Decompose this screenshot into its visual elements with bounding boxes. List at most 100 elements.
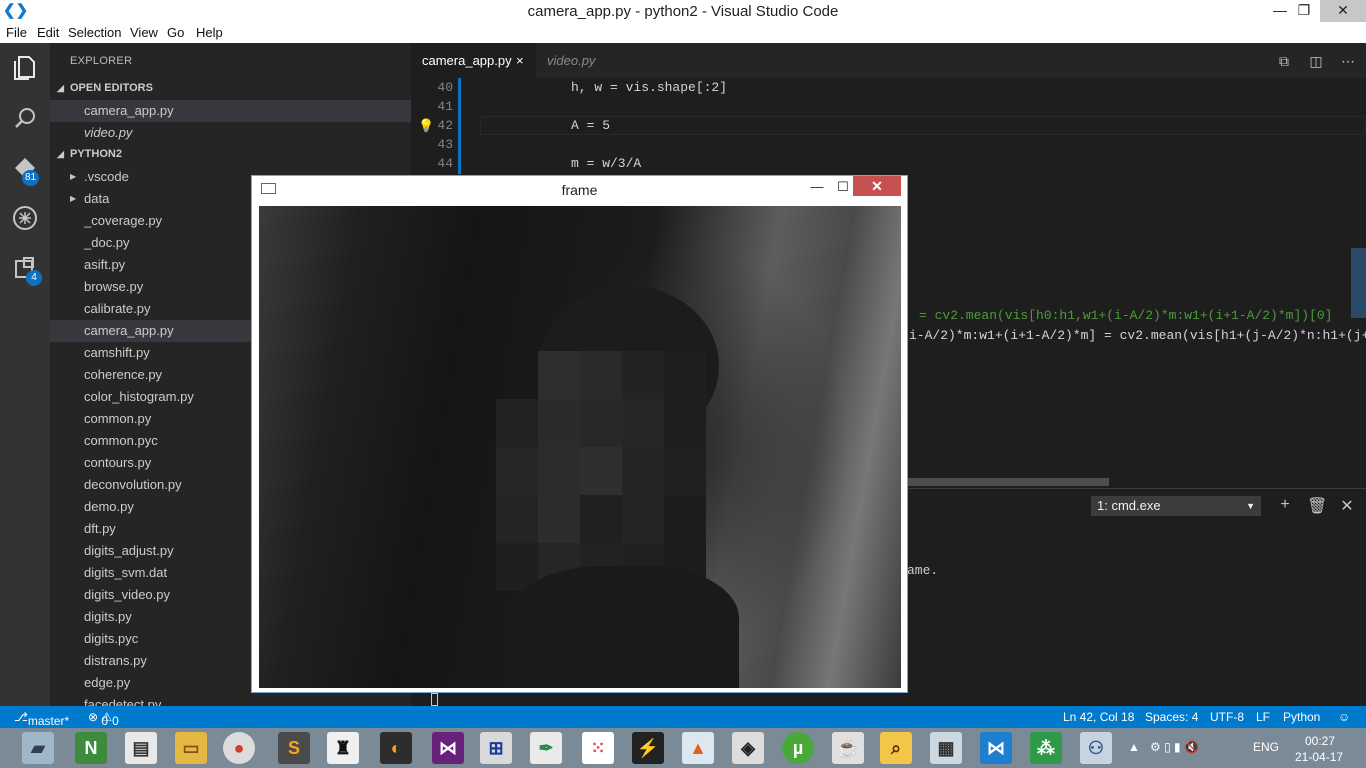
open-changes-icon[interactable]: ⧉ [1275, 52, 1293, 70]
file-label: common.py [84, 411, 152, 426]
tool-icon[interactable]: ⚡ [632, 732, 664, 764]
clock-date[interactable]: 21-04-17 [1295, 750, 1343, 764]
tray-icons[interactable]: ⚙ ▯ ▮ 🔇 [1150, 740, 1199, 754]
close-icon[interactable]: × [516, 43, 524, 78]
pixel-block [622, 351, 664, 399]
apps-icon[interactable]: ⁙ [582, 732, 614, 764]
open-editor-item[interactable]: camera_app.py [50, 100, 411, 122]
chevron-down-icon: ◢ [57, 83, 64, 93]
encoding[interactable]: UTF-8 [1210, 710, 1244, 724]
pixel-block [496, 495, 538, 543]
unity-icon[interactable]: ◈ [732, 732, 764, 764]
git-badge: 81 [22, 170, 40, 186]
eol[interactable]: LF [1256, 710, 1270, 724]
search-icon[interactable] [0, 93, 50, 143]
fl-studio-icon[interactable]: ◐ [380, 732, 412, 764]
pixel-block [496, 447, 538, 495]
chrome-icon[interactable]: ● [223, 732, 255, 764]
indentation[interactable]: Spaces: 4 [1145, 710, 1198, 724]
chevron-down-icon: ◢ [57, 149, 64, 159]
minimap-slider[interactable] [1351, 248, 1366, 318]
extensions-icon[interactable]: 4 [0, 243, 50, 293]
frame-minimize-button[interactable]: — [804, 178, 830, 196]
menu-view[interactable]: View [130, 25, 158, 40]
menu-file[interactable]: File [6, 25, 27, 40]
vscode-taskbar-icon[interactable]: ⋈ [980, 732, 1012, 764]
cursor-position[interactable]: Ln 42, Col 18 [1063, 710, 1134, 724]
open-editors-section[interactable]: ◢ OPEN EDITORS [50, 77, 411, 99]
utorrent-icon[interactable]: µ [782, 732, 814, 764]
search-app-icon[interactable]: ⌕ [880, 732, 912, 764]
file-label: digits.py [84, 609, 132, 624]
terminal-select[interactable]: 1: cmd.exe ▼ [1091, 496, 1261, 516]
trash-icon[interactable]: 🗑 [1307, 496, 1327, 516]
matlab-icon[interactable]: ▲ [682, 732, 714, 764]
network-icon[interactable]: ⊞ [480, 732, 512, 764]
add-terminal-icon[interactable]: + [1276, 496, 1294, 514]
extensions-badge: 4 [26, 270, 42, 286]
line-number: 41 [437, 99, 453, 114]
file-label: digits.pyc [84, 631, 139, 646]
visual-studio-icon[interactable]: ⋈ [432, 732, 464, 764]
pixel-block [538, 351, 580, 399]
files-icon[interactable] [0, 43, 50, 93]
file-label: contours.py [84, 455, 152, 470]
document-icon[interactable]: ▤ [125, 732, 157, 764]
notepad-icon[interactable]: N [75, 732, 107, 764]
git-icon[interactable]: 81 [0, 143, 50, 193]
app-icon[interactable]: ♜ [327, 732, 359, 764]
errors-count: 0 [101, 714, 109, 728]
restore-button[interactable]: ❐ [1288, 0, 1320, 22]
activity-bar: 81 4 [0, 43, 50, 706]
file-item[interactable]: facedetect.py [50, 694, 411, 706]
pixel-block [622, 447, 664, 495]
line-number: 43 [437, 137, 453, 152]
chevron-right-icon: ▶ [70, 172, 77, 181]
menu-selection[interactable]: Selection [68, 25, 121, 40]
sublime-icon[interactable]: S [278, 732, 310, 764]
pen-icon[interactable]: ✒ [530, 732, 562, 764]
python-icon[interactable]: ⚇ [1080, 732, 1112, 764]
lightbulb-icon[interactable]: 💡 [418, 119, 434, 134]
menu-edit[interactable]: Edit [37, 25, 59, 40]
frame-close-button[interactable]: ✕ [853, 176, 901, 196]
app-green-icon[interactable]: ⁂ [1030, 732, 1062, 764]
split-editor-icon[interactable]: ◫ [1307, 52, 1325, 70]
pixel-block [664, 495, 706, 543]
folder-icon[interactable]: ▭ [175, 732, 207, 764]
file-label: digits_svm.dat [84, 565, 168, 580]
tab-camera-app[interactable]: camera_app.py × [411, 43, 536, 78]
debug-icon[interactable] [0, 193, 50, 243]
title-bar: ❮❯ camera_app.py - python2 - Visual Stud… [0, 0, 1366, 22]
file-label: digits_video.py [84, 587, 170, 602]
horizontal-scrollbar[interactable] [881, 478, 1109, 486]
smiley-icon[interactable]: ☺ [1338, 710, 1350, 724]
branch-label: master* [27, 714, 70, 728]
tray-chevron-icon[interactable]: ▲ [1128, 740, 1140, 754]
menu-go[interactable]: Go [167, 25, 184, 40]
cup-icon[interactable]: ☕ [832, 732, 864, 764]
clock-time[interactable]: 00:27 [1305, 734, 1335, 748]
monitor-icon[interactable]: ▦ [930, 732, 962, 764]
terminal-select-value: 1: cmd.exe [1097, 498, 1161, 513]
terminal-output: ame. [907, 563, 939, 578]
branch-indicator[interactable]: ⎇ master* [14, 710, 69, 728]
frame-window[interactable]: frame — ☐ ✕ [251, 175, 908, 693]
tab-video[interactable]: video.py [536, 43, 636, 78]
close-panel-icon[interactable]: ✕ [1338, 496, 1356, 516]
code-line: m = w/3/A [571, 156, 642, 171]
pixel-block [664, 351, 706, 399]
desktop-icon[interactable]: ▰ [22, 732, 54, 764]
menu-help[interactable]: Help [196, 25, 223, 40]
problems-indicator[interactable]: ⊗ 0 ⚠ 0 [88, 710, 119, 728]
language-indicator[interactable]: ENG [1253, 740, 1279, 754]
file-label: coherence.py [84, 367, 163, 382]
more-actions-icon[interactable]: ⋯ [1339, 52, 1357, 70]
folder-section[interactable]: ◢ PYTHON2 [50, 143, 411, 165]
language-mode[interactable]: Python [1283, 710, 1320, 724]
close-button[interactable]: ✕ [1320, 0, 1366, 22]
pixel-block [580, 447, 622, 495]
pixel-block [538, 447, 580, 495]
warnings-count: 0 [112, 714, 119, 728]
open-editor-item[interactable]: video.py [50, 122, 411, 144]
